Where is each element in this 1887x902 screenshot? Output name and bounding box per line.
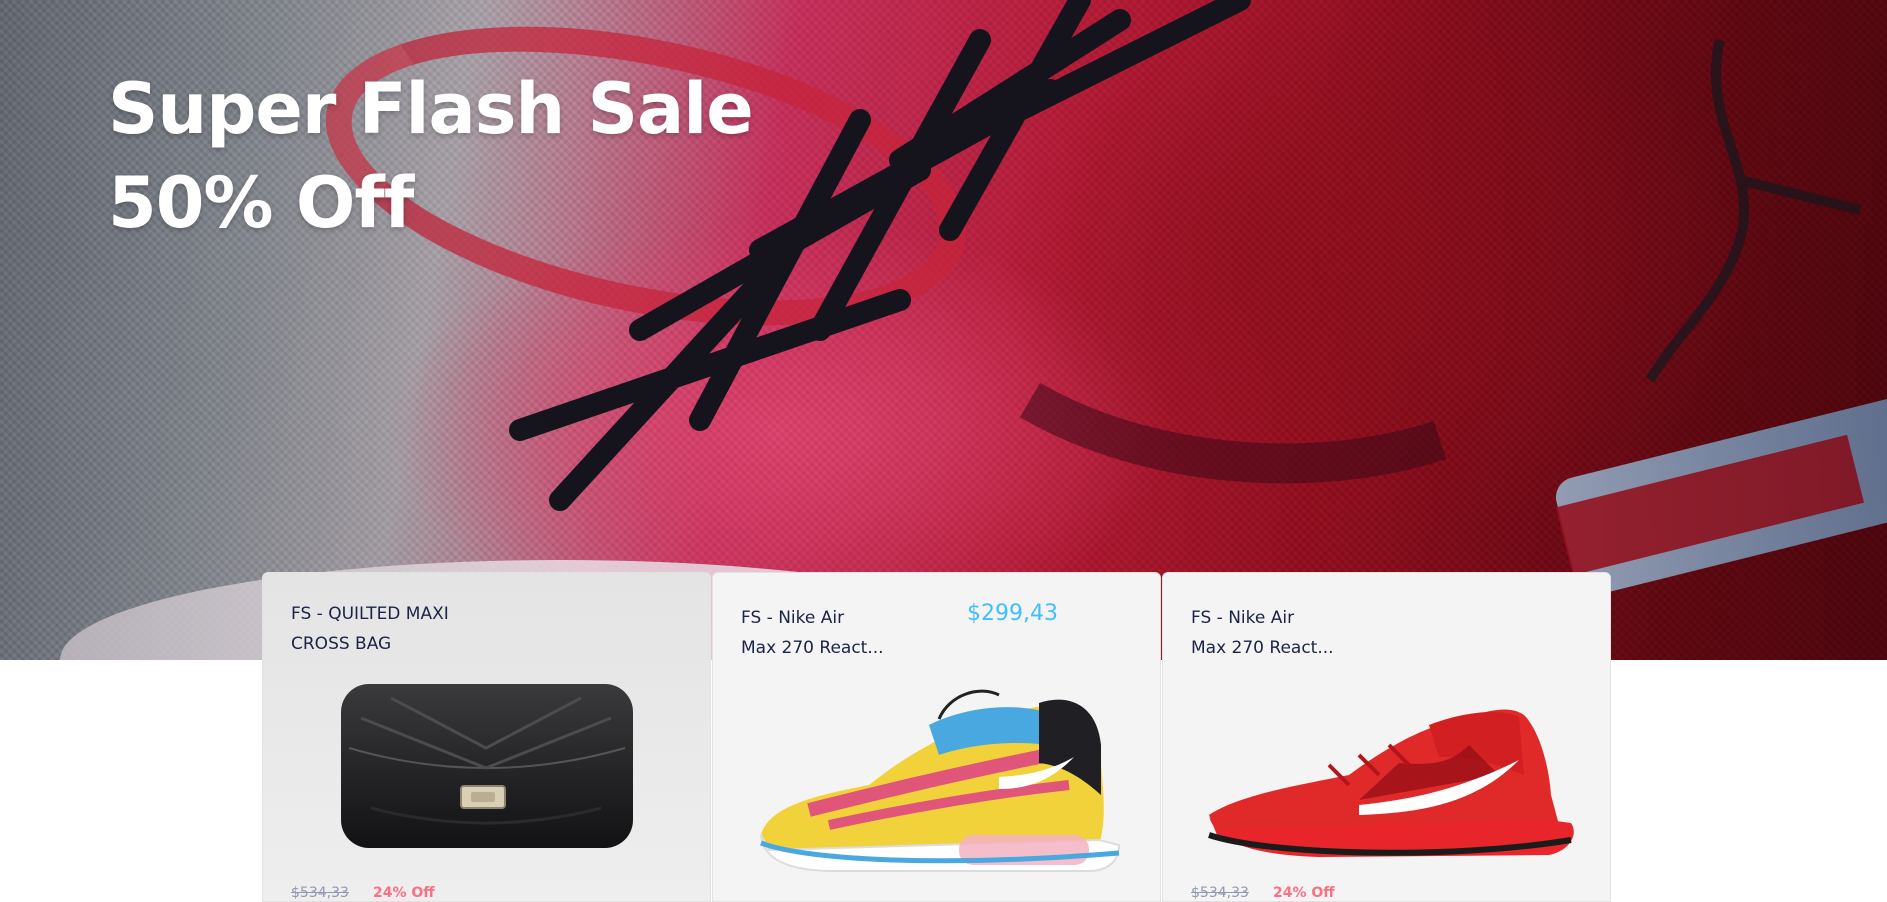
product-name-line2: CROSS BAG (291, 634, 392, 654)
hero-banner[interactable]: Super Flash Sale 50% Off (0, 0, 1887, 660)
product-name[interactable]: FS - Nike Air Max 270 React... (741, 603, 951, 663)
hero-title-line2: 50% Off (108, 162, 414, 244)
hero-title-line1: Super Flash Sale (108, 68, 754, 150)
product-image-red-sneaker[interactable] (1199, 705, 1589, 885)
product-name-line2: Max 270 React... (741, 638, 884, 658)
product-image-colorful-sneaker[interactable] (749, 685, 1129, 885)
hero-title: Super Flash Sale 50% Off (108, 62, 754, 250)
product-card[interactable]: FS - Nike Air Max 270 React... $534,33 2… (1162, 572, 1611, 902)
product-card[interactable]: FS - Nike Air Max 270 React... $299,43 (712, 572, 1161, 902)
product-name-line1: FS - Nike Air (741, 608, 845, 628)
product-name-line1: FS - QUILTED MAXI (291, 604, 449, 624)
product-name[interactable]: FS - QUILTED MAXI CROSS BAG (291, 599, 501, 659)
product-image-bag[interactable] (331, 678, 641, 858)
product-name-line1: FS - Nike Air (1191, 608, 1295, 628)
product-name-line2: Max 270 React... (1191, 638, 1334, 658)
product-price: $299,43 (967, 601, 1058, 626)
product-old-price: $534,33 (1191, 885, 1249, 901)
product-discount: 24% Off (373, 885, 435, 901)
product-discount: 24% Off (1273, 885, 1335, 901)
flash-sale-product-list: FS - QUILTED MAXI CROSS BAG $534,33 24% … (262, 572, 1611, 902)
product-card[interactable]: FS - QUILTED MAXI CROSS BAG $534,33 24% … (262, 572, 711, 902)
product-name[interactable]: FS - Nike Air Max 270 React... (1191, 603, 1401, 663)
product-old-price: $534,33 (291, 885, 349, 901)
